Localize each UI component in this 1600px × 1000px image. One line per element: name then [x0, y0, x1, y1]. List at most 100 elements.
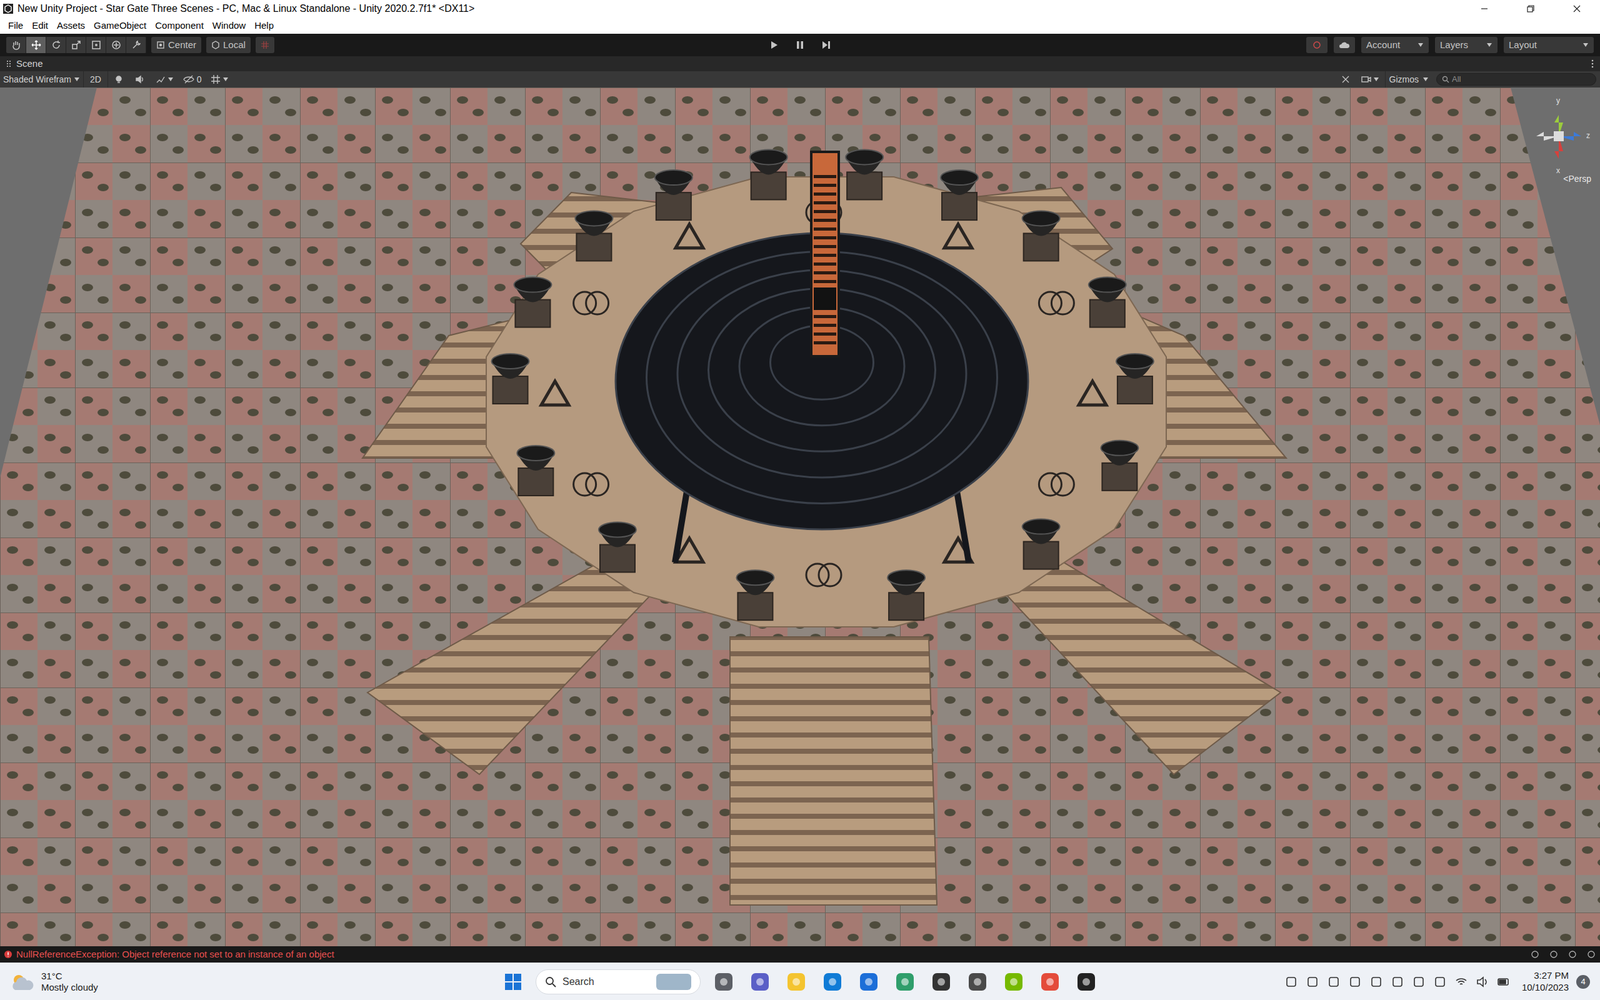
- browser-taskbar-button[interactable]: [891, 968, 919, 995]
- tool-button[interactable]: [86, 36, 107, 54]
- space-button[interactable]: Local: [206, 36, 251, 54]
- tool-button[interactable]: [106, 36, 127, 54]
- maximize-button[interactable]: [1507, 0, 1554, 18]
- effects-icon: [155, 74, 166, 85]
- cloud-button[interactable]: [1333, 36, 1355, 54]
- menu-item[interactable]: Component: [150, 18, 209, 34]
- debug-icon: [1567, 949, 1578, 960]
- pause-button[interactable]: [787, 36, 813, 54]
- minimize-button[interactable]: [1461, 0, 1508, 18]
- menu-bar: FileEditAssetsGameObjectComponentWindowH…: [0, 17, 1600, 34]
- blue-app-icon: [1348, 975, 1362, 989]
- gizmos-dropdown[interactable]: Gizmos: [1385, 71, 1433, 88]
- menu-item[interactable]: Assets: [52, 18, 90, 34]
- audio-icon: [135, 74, 145, 85]
- grid-button[interactable]: [205, 71, 235, 88]
- scene-view[interactable]: yzx<Persp: [0, 87, 1600, 947]
- hidden-objects-toggle[interactable]: 0: [179, 71, 206, 88]
- title-bar: New Unity Project - Star Gate Three Scen…: [0, 0, 1600, 18]
- dark-app-taskbar-button[interactable]: [964, 968, 991, 995]
- edge-taskbar-button[interactable]: [819, 968, 846, 995]
- step-button[interactable]: [813, 36, 839, 54]
- taskbar: 31°CMostly cloudy Search 3:27 PM10/10/2023…: [0, 962, 1600, 1000]
- hidden-count: 0: [196, 73, 202, 87]
- collab-button[interactable]: [1306, 36, 1328, 54]
- menu-item[interactable]: GameObject: [89, 18, 151, 34]
- shading-mode-dropdown[interactable]: Shaded Wirefram: [0, 71, 84, 88]
- lighting-icon: [113, 74, 124, 85]
- notification-count: 4: [1580, 975, 1585, 989]
- file-explorer-icon: [786, 971, 807, 992]
- start-button[interactable]: [500, 969, 526, 995]
- cache-icon: [1548, 949, 1559, 960]
- lighting-button[interactable]: [108, 71, 130, 88]
- grid-snap-icon: [260, 40, 270, 50]
- tool-button[interactable]: [6, 36, 27, 54]
- menu-item[interactable]: File: [3, 18, 28, 34]
- status-message[interactable]: NullReferenceException: Object reference…: [16, 947, 1522, 962]
- scale-icon: [70, 39, 82, 51]
- 2d-toggle[interactable]: 2D: [83, 71, 109, 88]
- clock[interactable]: 3:27 PM10/10/2023: [1521, 970, 1569, 994]
- account-dropdown-label: Account: [1366, 38, 1400, 53]
- unity-icon: [1076, 971, 1097, 992]
- file-explorer-taskbar-button[interactable]: [783, 968, 810, 995]
- tool-button[interactable]: [126, 36, 147, 54]
- projection-label[interactable]: <Persp: [1563, 172, 1592, 186]
- edge-icon: [822, 971, 843, 992]
- axis-y-label: y: [1556, 95, 1560, 107]
- weather-widget[interactable]: 31°CMostly cloudy: [10, 970, 501, 994]
- dropdown-arrow-icon: [1373, 76, 1380, 82]
- weather-text: 31°CMostly cloudy: [41, 970, 99, 994]
- browser-icon: [895, 971, 915, 992]
- scene-search-input[interactable]: [1451, 73, 1591, 86]
- chrome-taskbar-button[interactable]: [1036, 968, 1064, 995]
- move-icon: [30, 39, 42, 51]
- pivot-button[interactable]: Center: [151, 36, 202, 54]
- audio-button[interactable]: [129, 71, 151, 88]
- dark-app-icon: [967, 971, 988, 992]
- grid-snap-button[interactable]: [255, 36, 275, 54]
- scene-render[interactable]: [0, 87, 1600, 947]
- play-button[interactable]: [761, 36, 787, 54]
- panel-menu-button[interactable]: [1585, 56, 1600, 72]
- dropdown-arrow-icon: [73, 76, 80, 82]
- tool-button[interactable]: [46, 36, 67, 54]
- close-button[interactable]: [1553, 0, 1600, 18]
- store-taskbar-button[interactable]: [855, 968, 882, 995]
- task-view-taskbar-button[interactable]: [710, 968, 737, 995]
- layout-dropdown[interactable]: Layout: [1503, 36, 1594, 54]
- nvidia-taskbar-button[interactable]: [1000, 968, 1027, 995]
- space-button-label: Local: [223, 38, 246, 53]
- unity-taskbar-button[interactable]: [1073, 968, 1100, 995]
- check-icon: [1586, 949, 1597, 960]
- green-app-icon: [1326, 975, 1341, 989]
- scene-search-field[interactable]: [1436, 73, 1597, 86]
- minimize-icon: [1480, 4, 1489, 14]
- effects-button[interactable]: [150, 71, 180, 88]
- volume-icon: [1475, 975, 1490, 989]
- notification-badge[interactable]: 4: [1576, 975, 1590, 989]
- taskbar-search-label: Search: [562, 974, 650, 990]
- menu-item[interactable]: Edit: [27, 18, 53, 34]
- chrome-icon: [1040, 971, 1060, 992]
- account-dropdown[interactable]: Account: [1361, 36, 1429, 54]
- chat-icon: [750, 971, 770, 992]
- alien-taskbar-button[interactable]: [928, 968, 955, 995]
- tool-button[interactable]: [66, 36, 87, 54]
- teams-icon: [1369, 975, 1384, 989]
- search-icon: [545, 976, 557, 988]
- scene-tab[interactable]: Scene: [0, 56, 50, 72]
- scene-tools-button[interactable]: [1335, 71, 1357, 88]
- menu-item[interactable]: Help: [250, 18, 279, 34]
- weather-condition: Mostly cloudy: [41, 981, 99, 994]
- tool-button[interactable]: [26, 36, 47, 54]
- taskbar-search[interactable]: Search: [535, 969, 701, 995]
- menu-item[interactable]: Window: [208, 18, 250, 34]
- pause-icon: [795, 40, 805, 50]
- chat-taskbar-button[interactable]: [746, 968, 774, 995]
- layers-dropdown[interactable]: Layers: [1435, 36, 1498, 54]
- camera-button[interactable]: [1356, 71, 1385, 88]
- kebab-icon: [1591, 59, 1594, 69]
- orientation-gizmo[interactable]: yzx: [1528, 95, 1589, 178]
